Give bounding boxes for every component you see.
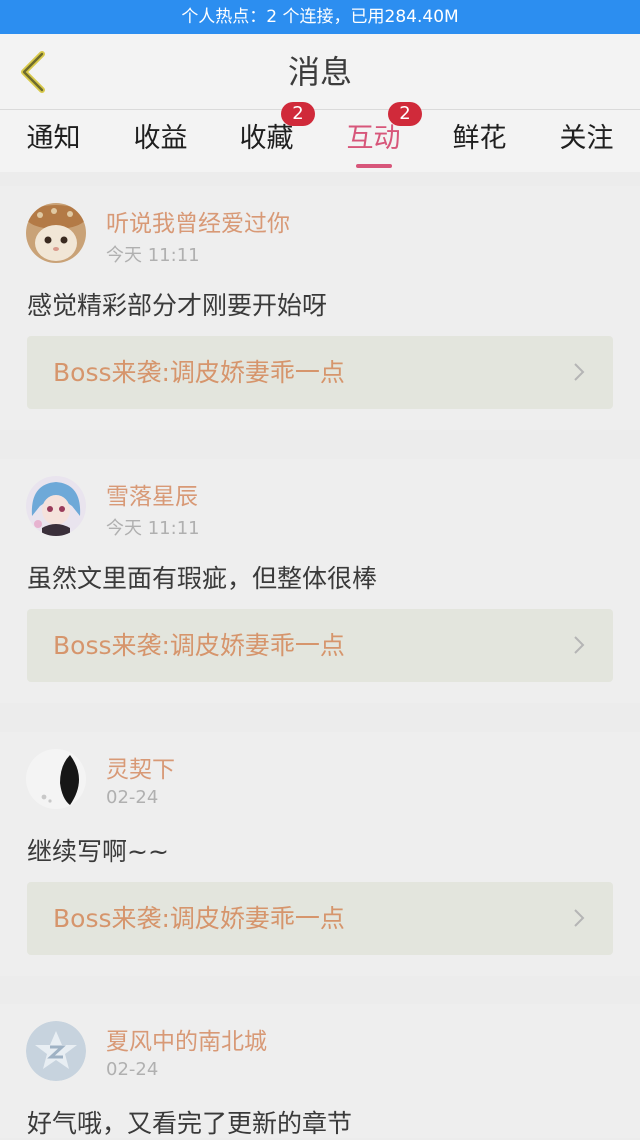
header: 消息 xyxy=(0,34,640,110)
book-title: Boss来袭:调皮娇妻乖一点 xyxy=(53,904,345,933)
user-avatar[interactable] xyxy=(26,203,86,263)
status-bar: 个人热点：2 个连接，已用284.40M xyxy=(0,0,640,34)
active-tab-indicator xyxy=(356,164,392,168)
unread-badge: 2 xyxy=(281,102,315,126)
user-avatar[interactable] xyxy=(26,476,86,536)
tab-favorites[interactable]: 收藏 2 xyxy=(213,102,320,172)
unread-badge: 2 xyxy=(388,102,422,126)
username[interactable]: 夏风中的南北城 xyxy=(106,1022,267,1056)
message-card: 雪落星辰 今天 11:11 虽然文里面有瑕疵，但整体很棒 Boss来袭:调皮娇妻… xyxy=(0,459,640,703)
page-title: 消息 xyxy=(287,53,352,91)
timestamp: 02-24 xyxy=(106,787,159,808)
default-star-avatar-icon xyxy=(26,1021,86,1081)
status-bar-text: 个人热点：2 个连接，已用284.40M xyxy=(181,7,459,27)
tab-label: 通知 xyxy=(26,123,81,154)
dark-figure-avatar-icon xyxy=(26,749,86,809)
chevron-right-icon xyxy=(574,363,585,381)
tab-earnings[interactable]: 收益 xyxy=(107,110,214,172)
tab-bar: 通知 收益 收藏 2 互动 2 鲜花 关注 xyxy=(0,102,640,172)
message-card: 听说我曾经爱过你 今天 11:11 感觉精彩部分才刚要开始呀 Boss来袭:调皮… xyxy=(0,186,640,430)
comment-text: 虽然文里面有瑕疵，但整体很棒 xyxy=(27,564,378,593)
anime-girl-avatar-icon xyxy=(26,476,86,536)
tab-flowers[interactable]: 鲜花 xyxy=(426,110,533,172)
timestamp: 今天 11:11 xyxy=(106,518,200,539)
book-link[interactable]: Boss来袭:调皮娇妻乖一点 xyxy=(27,882,613,955)
user-avatar[interactable] xyxy=(26,1021,86,1081)
username[interactable]: 听说我曾经爱过你 xyxy=(106,204,290,238)
timestamp: 今天 11:11 xyxy=(106,245,200,266)
comment-text: 感觉精彩部分才刚要开始呀 xyxy=(27,291,328,320)
tab-label: 收益 xyxy=(133,123,188,154)
book-title: Boss来袭:调皮娇妻乖一点 xyxy=(53,358,345,387)
chevron-right-icon xyxy=(574,636,585,654)
tab-notifications[interactable]: 通知 xyxy=(0,110,107,172)
book-link[interactable]: Boss来袭:调皮娇妻乖一点 xyxy=(27,336,613,409)
user-avatar[interactable] xyxy=(26,749,86,809)
message-card: 灵契下 02-24 继续写啊~~ Boss来袭:调皮娇妻乖一点 xyxy=(0,732,640,976)
username[interactable]: 雪落星辰 xyxy=(106,477,198,511)
book-title: Boss来袭:调皮娇妻乖一点 xyxy=(53,631,345,660)
message-card: 夏风中的南北城 02-24 好气哦，又看完了更新的章节 xyxy=(0,1004,640,1138)
tab-follows[interactable]: 关注 xyxy=(533,110,640,172)
chevron-right-icon xyxy=(574,909,585,927)
timestamp: 02-24 xyxy=(106,1059,159,1080)
tab-label: 鲜花 xyxy=(452,123,507,154)
tab-interactions[interactable]: 互动 2 xyxy=(320,102,427,172)
comment-text: 继续写啊~~ xyxy=(27,837,169,866)
username[interactable]: 灵契下 xyxy=(106,750,175,784)
kitten-avatar-icon xyxy=(26,203,86,263)
tab-label: 关注 xyxy=(559,123,614,154)
comment-text: 好气哦，又看完了更新的章节 xyxy=(27,1109,353,1138)
book-link[interactable]: Boss来袭:调皮娇妻乖一点 xyxy=(27,609,613,682)
